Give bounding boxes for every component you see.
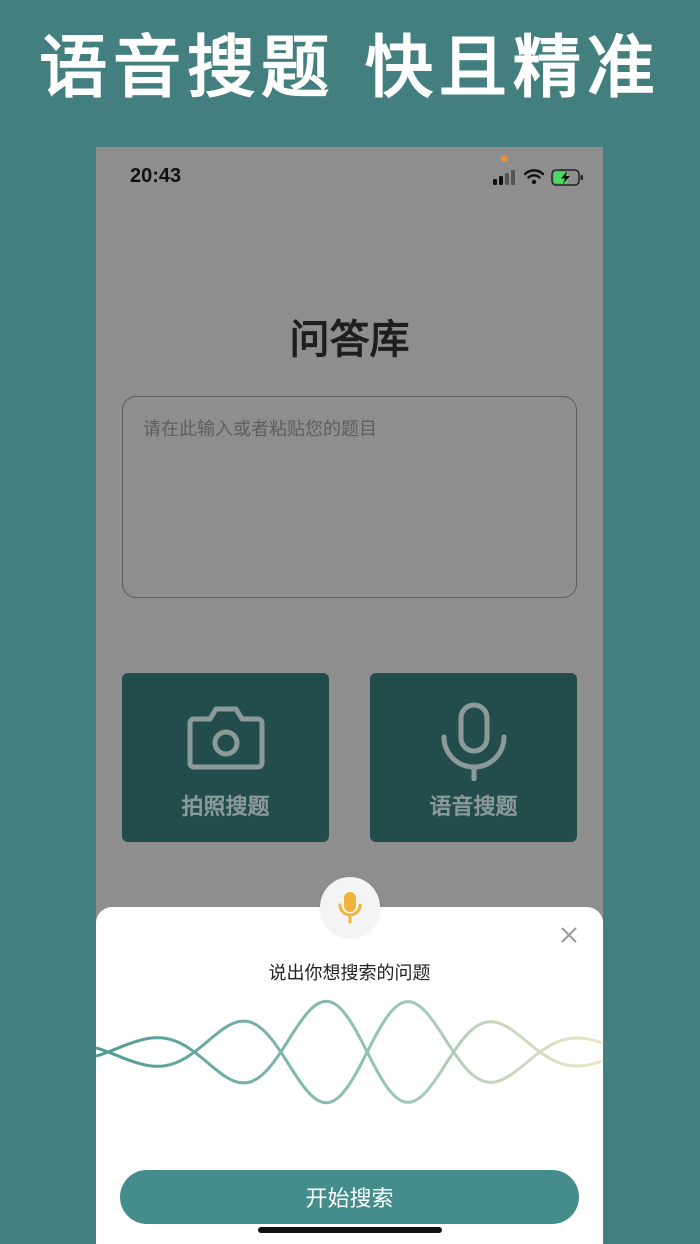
microphone-icon <box>338 892 362 924</box>
cellular-signal-icon <box>493 170 515 185</box>
voice-search-label: 语音搜题 <box>429 795 518 820</box>
microphone-icon <box>441 702 507 781</box>
phone-screen: 20:43 问答库 拍照搜题 语音搜题 <box>96 147 603 1244</box>
camera-icon <box>187 706 265 770</box>
mic-bubble <box>320 877 380 937</box>
start-search-button[interactable]: 开始搜索 <box>120 1170 579 1224</box>
voice-waveform <box>96 999 603 1105</box>
photo-search-label: 拍照搜题 <box>181 795 270 820</box>
status-time: 20:43 <box>130 165 182 187</box>
privacy-indicator-dot <box>501 155 508 162</box>
wifi-icon <box>524 169 544 185</box>
voice-search-button[interactable]: 语音搜题 <box>370 673 577 842</box>
home-indicator <box>258 1227 442 1233</box>
page-title: 问答库 <box>289 317 410 363</box>
question-input[interactable] <box>122 396 577 598</box>
photo-search-button[interactable]: 拍照搜题 <box>122 673 329 842</box>
voice-prompt-text: 说出你想搜索的问题 <box>268 963 431 984</box>
battery-charging-icon <box>551 169 583 186</box>
close-icon[interactable] <box>558 924 580 946</box>
promo-headline: 语音搜题 快且精准 <box>39 29 661 108</box>
